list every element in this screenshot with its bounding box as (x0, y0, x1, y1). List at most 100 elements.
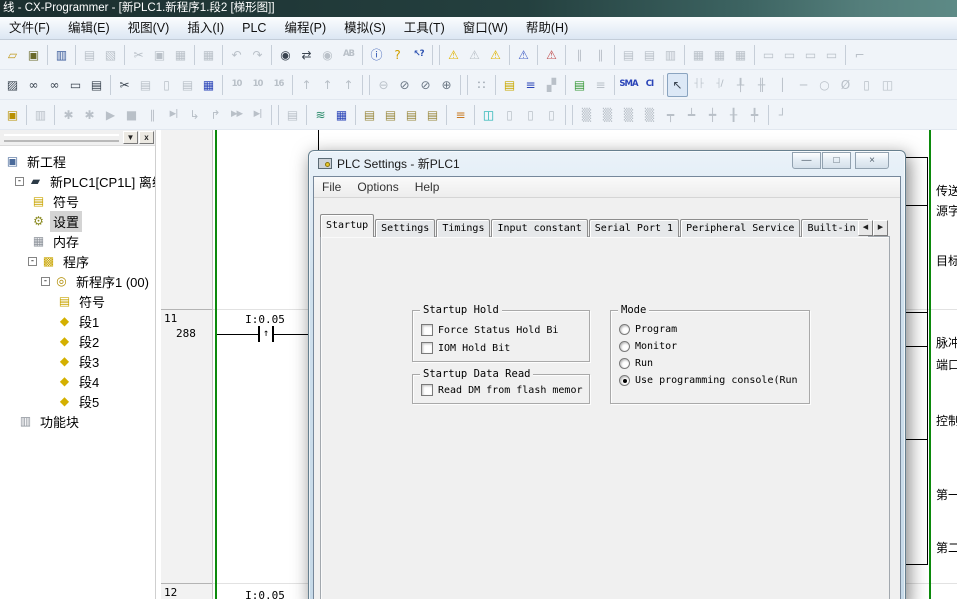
ci-function-icon[interactable]: CI (639, 73, 660, 97)
tree-item-section2[interactable]: ◆段2 (0, 331, 155, 351)
horizontal-line-icon[interactable]: ─ (793, 73, 814, 97)
workspace-dropdown-button[interactable]: ▼ (123, 131, 138, 144)
radio-button[interactable] (619, 324, 630, 335)
plc-clock-icon[interactable]: ▭ (800, 43, 821, 67)
contact-nc-icon[interactable]: ┤/ (709, 73, 730, 97)
output-window-icon[interactable]: ▭ (65, 73, 86, 97)
tree-item-section4[interactable]: ◆段4 (0, 371, 155, 391)
cut-icon[interactable]: ✂ (128, 43, 149, 67)
step-into-icon[interactable]: ↳ (184, 103, 205, 127)
smart-input-icon[interactable]: SMA (618, 73, 639, 97)
change-all-icon[interactable]: AB (338, 43, 359, 67)
watch-window2-icon[interactable]: ∞ (44, 73, 65, 97)
program-check-icon[interactable]: ⚠ (485, 43, 506, 67)
radio-button[interactable] (619, 375, 630, 386)
online-monitor-icon[interactable]: ▥ (30, 103, 51, 127)
print-preview-icon[interactable]: ▧ (100, 43, 121, 67)
redo-icon[interactable]: ↷ (247, 43, 268, 67)
force-status-hold-checkbox[interactable]: Force Status Hold Bi (421, 324, 589, 336)
step-run-icon[interactable]: ▶| (163, 103, 184, 127)
transfer-to-plc-icon[interactable]: ⚠ (513, 43, 534, 67)
close-window-icon[interactable]: ▤ (380, 103, 401, 127)
local-window-icon[interactable]: ▯ (156, 73, 177, 97)
menu-insert[interactable]: 插入(I) (178, 17, 233, 39)
undo-icon[interactable]: ↶ (226, 43, 247, 67)
mode-program-radio[interactable]: Program (619, 324, 809, 335)
force-on-icon[interactable]: ↑ (296, 73, 317, 97)
find-next-icon[interactable]: ◉ (317, 43, 338, 67)
plc-error-log-icon[interactable]: ▭ (821, 43, 842, 67)
monitor-hold-icon[interactable]: ✱ (58, 103, 79, 127)
menu-view[interactable]: 视图(V) (119, 17, 179, 39)
restore-button[interactable]: □ (822, 152, 851, 169)
cross-reference-icon[interactable]: ✂ (114, 73, 135, 97)
window-view2-icon[interactable]: ▯ (520, 103, 541, 127)
drag-grip[interactable] (4, 134, 119, 142)
replace-icon[interactable]: ⇄ (296, 43, 317, 67)
monitor-pair-icon[interactable]: ▞ (541, 73, 562, 97)
mode-programming-console-radio[interactable]: Use programming console(Run (619, 375, 809, 386)
data-trace2-icon[interactable]: ▒ (597, 103, 618, 127)
paste-icon[interactable]: ▦ (170, 43, 191, 67)
data-trace3-icon[interactable]: ▒ (618, 103, 639, 127)
work-online-simulator-icon[interactable]: ▦ (709, 43, 730, 67)
prev-window-icon[interactable]: ▤ (422, 103, 443, 127)
menu-program[interactable]: 编程(P) (275, 17, 335, 39)
contact-bar-left[interactable] (258, 326, 260, 342)
pause-transfer-icon[interactable]: ∥ (590, 43, 611, 67)
window-view3-icon[interactable]: ▯ (541, 103, 562, 127)
tab-timings[interactable]: Timings (436, 219, 490, 237)
menu-file[interactable]: 文件(F) (0, 17, 59, 39)
instruction-box2-icon[interactable]: ◫ (877, 73, 898, 97)
tree-item-new-program[interactable]: -◎新程序1 (00) (0, 271, 155, 291)
io-table-icon[interactable]: ▭ (758, 43, 779, 67)
help-icon[interactable]: ? (387, 43, 408, 67)
address-reference-icon[interactable]: ▤ (135, 73, 156, 97)
coil-icon[interactable]: ○ (814, 73, 835, 97)
compile-all-icon[interactable]: ⚠ (464, 43, 485, 67)
rung-wrap-icon[interactable]: ▤ (569, 73, 590, 97)
diff-down-icon[interactable]: ┷ (681, 103, 702, 127)
select-mode-icon[interactable]: ↖ (667, 73, 688, 97)
watch-window-icon[interactable]: ∞ (23, 73, 44, 97)
diff-set-icon[interactable]: ╂ (723, 103, 744, 127)
tree-item-new-project[interactable]: ▣新工程 (0, 151, 155, 171)
data-trace1-icon[interactable]: ▒ (576, 103, 597, 127)
memory-view-icon[interactable]: ▤ (177, 73, 198, 97)
minimize-button[interactable]: — (792, 152, 821, 169)
tree-item-memory[interactable]: ▦内存 (0, 231, 155, 251)
new-window-icon[interactable]: ▤ (359, 103, 380, 127)
tab-serial-port-1[interactable]: Serial Port 1 (589, 219, 679, 237)
plc-memory-icon[interactable]: ▭ (779, 43, 800, 67)
instruction-box-icon[interactable]: ▯ (856, 73, 877, 97)
transfer-program-icon[interactable]: ▤ (639, 43, 660, 67)
tab-peripheral-service[interactable]: Peripheral Service (680, 219, 800, 237)
context-help-icon[interactable]: ↖? (408, 43, 429, 67)
vertical-line-icon[interactable]: │ (772, 73, 793, 97)
coil-closed-icon[interactable]: Ø (835, 73, 856, 97)
rung-comment-icon[interactable]: ▤ (499, 73, 520, 97)
about-icon[interactable]: ⓘ (366, 43, 387, 67)
tab-input-constant[interactable]: Input constant (491, 219, 587, 237)
checkbox-box[interactable] (421, 324, 433, 336)
checkbox-box[interactable] (421, 342, 433, 354)
continuous-step-icon[interactable]: ▶▶ (226, 103, 247, 127)
view-project-window-icon[interactable]: ▨ (2, 73, 23, 97)
rung-annotation-icon[interactable]: ≡ (520, 73, 541, 97)
zoom-out-icon[interactable]: ⊘ (394, 73, 415, 97)
expand-toggle[interactable]: - (15, 177, 24, 186)
contact-operand-label[interactable]: I:0.05 (237, 589, 293, 599)
verify-program-icon[interactable]: ▥ (660, 43, 681, 67)
window-titlebar[interactable]: 线 - CX-Programmer - [新PLC1.新程序1.段2 [梯形图]… (0, 0, 957, 17)
force-cancel-icon[interactable]: ↑ (338, 73, 359, 97)
menu-simulation[interactable]: 模拟(S) (335, 17, 395, 39)
print-icon[interactable]: ▤ (79, 43, 100, 67)
return-wire-icon[interactable]: ┘ (772, 103, 793, 127)
copy-icon[interactable]: ▣ (149, 43, 170, 67)
monitor-hex-icon[interactable]: 16 (268, 73, 289, 97)
tab-settings[interactable]: Settings (375, 219, 435, 237)
mode-monitor-radio[interactable]: Monitor (619, 341, 809, 352)
transfer-from-plc-icon[interactable]: ⚠ (541, 43, 562, 67)
time-chart-icon[interactable]: ▦ (331, 103, 352, 127)
contact-or-no-icon[interactable]: ╀ (730, 73, 751, 97)
